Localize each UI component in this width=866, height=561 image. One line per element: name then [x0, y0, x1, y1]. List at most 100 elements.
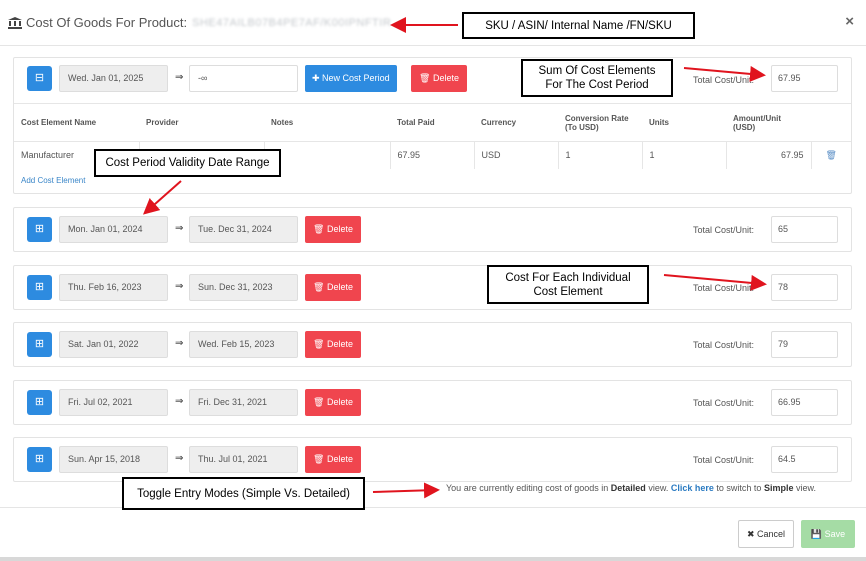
modal-footer: ✖ Cancel 💾 Save: [0, 507, 866, 561]
cost-period-collapsed: ⊞ Thu. Feb 16, 2023 ⇒ Sun. Dec 31, 2023 …: [13, 265, 852, 310]
modal-title: Cost Of Goods For Product: SHE47AILB07B4…: [8, 15, 391, 30]
add-cost-element-link[interactable]: Add Cost Element: [21, 176, 85, 185]
view-mode-note-text: view.: [648, 483, 669, 493]
delete-label: Delete: [326, 454, 353, 464]
delete-label: Delete: [326, 224, 353, 234]
delete-period-button[interactable]: 🗑 Delete: [305, 446, 361, 473]
alternate-mode-label: Simple: [763, 483, 794, 493]
column-header: Notes: [264, 103, 390, 142]
annotation-toggle: Toggle Entry Modes (Simple Vs. Detailed): [122, 477, 365, 510]
notes-cell[interactable]: [264, 141, 391, 169]
cost-period-collapsed: ⊞ Sat. Jan 01, 2022 ⇒ Wed. Feb 15, 2023 …: [13, 322, 852, 367]
delete-label: Delete: [326, 339, 353, 349]
close-icon: ✖: [746, 529, 758, 539]
period-start-date[interactable]: Sat. Jan 01, 2022: [59, 331, 168, 358]
conversion-rate-cell[interactable]: 1: [558, 141, 643, 169]
annotation-sku: SKU / ASIN/ Internal Name /FN/SKU: [462, 12, 695, 39]
close-icon[interactable]: ×: [845, 13, 854, 30]
total-cost-unit-field[interactable]: 79: [771, 331, 838, 358]
delete-label: Delete: [432, 73, 459, 83]
period-start-date[interactable]: Fri. Jul 02, 2021: [59, 389, 168, 416]
delete-period-button[interactable]: 🗑 Delete: [305, 389, 361, 416]
delete-label: Delete: [326, 282, 353, 292]
modal-title-text: Cost Of Goods For Product:: [26, 15, 188, 30]
column-header: Cost Element Name: [14, 103, 139, 142]
period-end-date[interactable]: Fri. Dec 31, 2021: [189, 389, 298, 416]
period-start-date[interactable]: Sun. Apr 15, 2018: [59, 446, 168, 473]
period-end-date[interactable]: -∞: [189, 65, 298, 92]
cancel-label: Cancel: [757, 529, 786, 539]
cost-period-collapsed: ⊞ Mon. Jan 01, 2024 ⇒ Tue. Dec 31, 2024 …: [13, 207, 852, 252]
period-end-date[interactable]: Sun. Dec 31, 2023: [189, 274, 298, 301]
delete-period-button[interactable]: 🗑 Delete: [305, 274, 361, 301]
trash-icon: 🗑: [313, 282, 327, 292]
trash-icon: 🗑: [313, 454, 327, 464]
total-cost-unit-field[interactable]: 66.95: [771, 389, 838, 416]
expand-period-button[interactable]: ⊞: [27, 447, 52, 472]
total-cost-unit-field[interactable]: 64.5: [771, 446, 838, 473]
annotation-validity: Cost Period Validity Date Range: [94, 149, 281, 177]
expand-period-button[interactable]: ⊞: [27, 275, 52, 300]
total-cost-unit-label: Total Cost/Unit:: [693, 225, 755, 235]
total-cost-unit-field[interactable]: 67.95: [771, 65, 838, 92]
annotation-sum: Sum Of Cost Elements For The Cost Period: [521, 59, 673, 97]
save-button[interactable]: 💾 Save: [801, 520, 855, 548]
expand-period-button[interactable]: ⊞: [27, 390, 52, 415]
period-end-date[interactable]: Tue. Dec 31, 2024: [189, 216, 298, 243]
range-arrow-icon: ⇒: [175, 453, 184, 464]
arrow-to-toggle: [372, 482, 440, 499]
cost-period-collapsed: ⊞ Fri. Jul 02, 2021 ⇒ Fri. Dec 31, 2021 …: [13, 380, 852, 425]
plus-icon: ✚: [312, 73, 323, 83]
total-cost-unit-field[interactable]: 65: [771, 216, 838, 243]
total-cost-unit-label: Total Cost/Unit:: [693, 340, 755, 350]
column-header-actions: [811, 103, 851, 142]
view-mode-note-text: view.: [795, 483, 816, 493]
total-cost-unit-label: Total Cost/Unit:: [693, 75, 755, 85]
annotation-each: Cost For Each Individual Cost Element: [487, 265, 649, 304]
range-arrow-icon: ⇒: [175, 72, 184, 83]
column-header: Currency: [474, 103, 558, 142]
column-header: Provider: [139, 103, 264, 142]
cost-period-collapsed: ⊞ Sun. Apr 15, 2018 ⇒ Thu. Jul 01, 2021 …: [13, 437, 852, 482]
trash-icon: 🗑: [313, 339, 327, 349]
delete-period-button[interactable]: 🗑 Delete: [305, 216, 361, 243]
expand-period-button[interactable]: ⊞: [27, 332, 52, 357]
trash-icon: 🗑: [419, 73, 433, 83]
modal-header: Cost Of Goods For Product: SHE47AILB07B4…: [0, 0, 866, 46]
range-arrow-icon: ⇒: [175, 396, 184, 407]
expand-period-button[interactable]: ⊞: [27, 217, 52, 242]
amount-unit-cell: 67.95: [726, 141, 812, 169]
new-cost-period-button[interactable]: ✚ New Cost Period: [305, 65, 397, 92]
collapse-period-button[interactable]: ⊟: [27, 66, 52, 91]
total-cost-unit-label: Total Cost/Unit:: [693, 398, 755, 408]
delete-period-button[interactable]: 🗑 Delete: [411, 65, 467, 92]
view-mode-note-text: You are currently editing cost of goods …: [446, 483, 609, 493]
delete-label: Delete: [326, 397, 353, 407]
trash-icon[interactable]: 🗑: [811, 142, 851, 169]
units-cell[interactable]: 1: [642, 141, 727, 169]
total-cost-unit-label: Total Cost/Unit:: [693, 283, 755, 293]
switch-mode-link[interactable]: Click here: [671, 483, 714, 493]
range-arrow-icon: ⇒: [175, 338, 184, 349]
save-label: Save: [824, 529, 846, 539]
period-start-date[interactable]: Mon. Jan 01, 2024: [59, 216, 168, 243]
period-start-date[interactable]: Wed. Jan 01, 2025: [59, 65, 168, 92]
range-arrow-icon: ⇒: [175, 281, 184, 292]
total-paid-cell[interactable]: 67.95: [390, 141, 475, 169]
cancel-button[interactable]: ✖ Cancel: [738, 520, 794, 548]
view-mode-note-text: to switch to: [716, 483, 762, 493]
save-icon: 💾: [810, 529, 825, 539]
period-end-date[interactable]: Wed. Feb 15, 2023: [189, 331, 298, 358]
currency-cell[interactable]: USD: [474, 141, 559, 169]
column-header: Conversion Rate (To USD): [558, 103, 642, 142]
range-arrow-icon: ⇒: [175, 223, 184, 234]
bank-icon: [8, 16, 22, 29]
cost-of-goods-modal: Cost Of Goods For Product: SHE47AILB07B4…: [0, 0, 866, 561]
period-start-date[interactable]: Thu. Feb 16, 2023: [59, 274, 168, 301]
delete-period-button[interactable]: 🗑 Delete: [305, 331, 361, 358]
period-end-date[interactable]: Thu. Jul 01, 2021: [189, 446, 298, 473]
column-header: Total Paid: [390, 103, 474, 142]
product-identifier-blurred: SHE47AILB07B4PE7AF/K00IPNFTIR: [192, 16, 392, 29]
total-cost-unit-field[interactable]: 78: [771, 274, 838, 301]
current-mode-label: Detailed: [610, 483, 646, 493]
